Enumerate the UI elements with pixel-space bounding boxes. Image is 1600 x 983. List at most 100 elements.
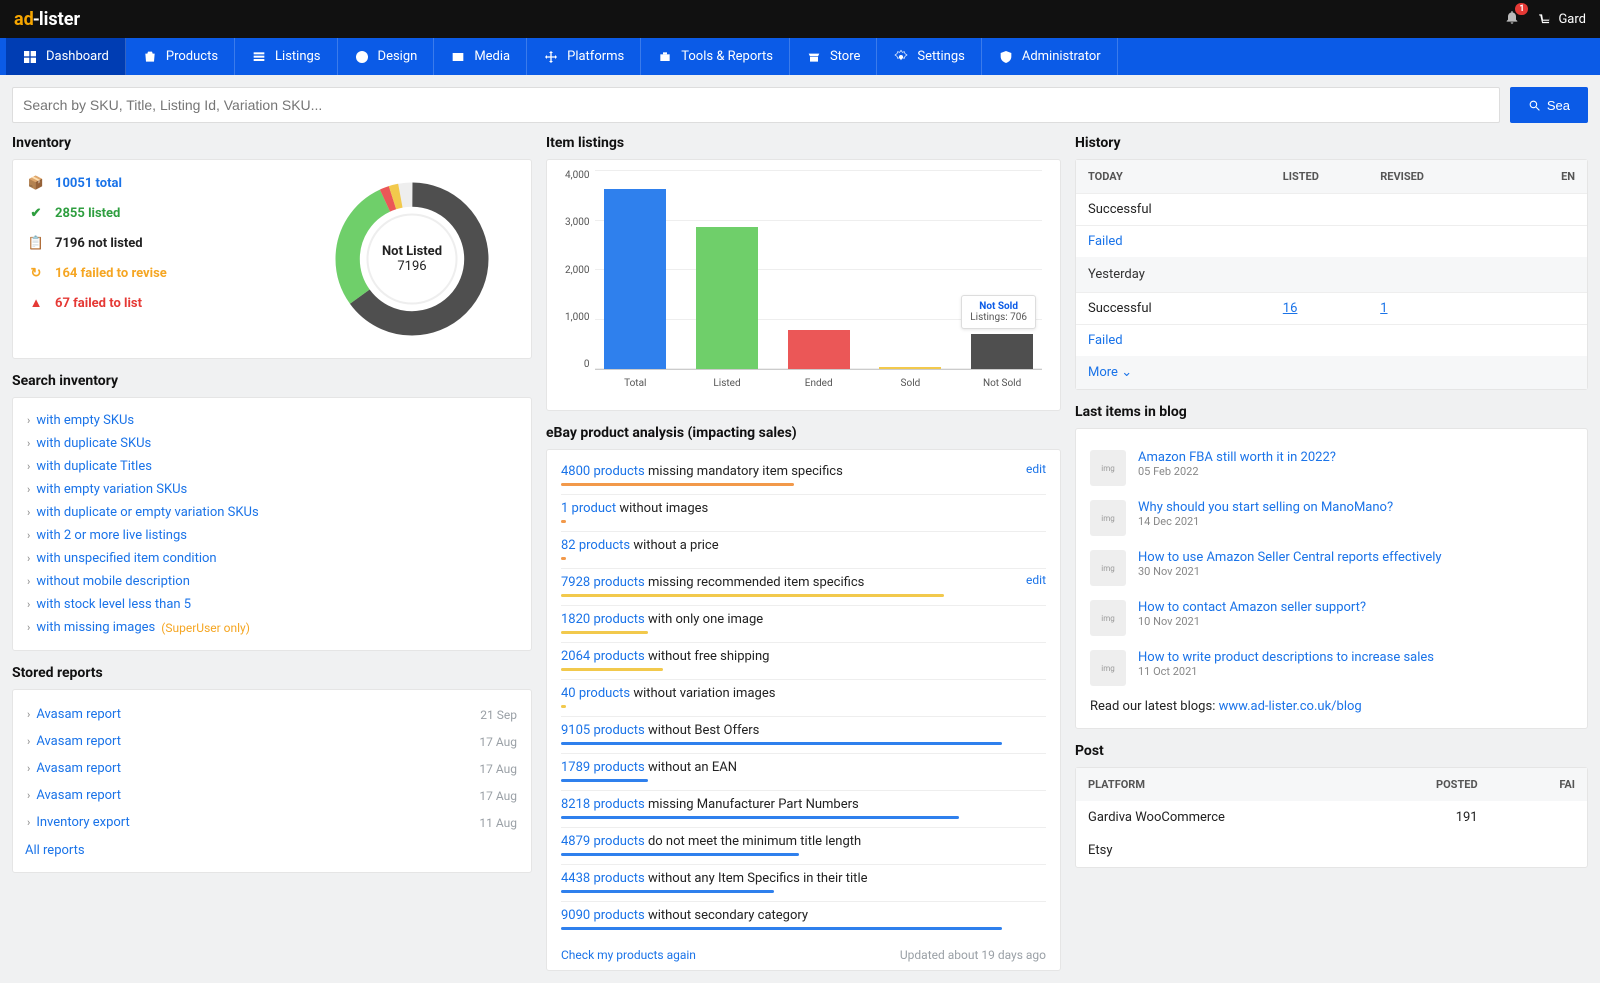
blog-link[interactable]: Amazon FBA still worth it in 2022? bbox=[1138, 450, 1336, 465]
search-inventory-link[interactable]: with empty variation SKUs bbox=[36, 482, 187, 497]
search-inventory-link[interactable]: without mobile description bbox=[36, 574, 190, 589]
report-link[interactable]: Avasam report bbox=[36, 707, 121, 722]
history-more[interactable]: More ⌄ bbox=[1076, 356, 1587, 389]
post-platform: Etsy bbox=[1088, 843, 1380, 858]
search-inventory-link[interactable]: with stock level less than 5 bbox=[36, 597, 191, 612]
blog-link[interactable]: Why should you start selling on ManoMano… bbox=[1138, 500, 1393, 515]
check-products-link[interactable]: Check my products again bbox=[561, 948, 696, 962]
logo[interactable]: ad-lister bbox=[14, 9, 80, 30]
analysis-count-link[interactable]: 1 product bbox=[561, 501, 616, 516]
report-item[interactable]: ›Avasam report17 Aug bbox=[27, 785, 517, 806]
search-inventory-item[interactable]: ›with empty SKUs bbox=[27, 412, 517, 429]
stat-not-listed[interactable]: 📋7196 not listed bbox=[27, 234, 167, 252]
search-inventory-item[interactable]: ›without mobile description bbox=[27, 573, 517, 590]
analysis-count-link[interactable]: 2064 products bbox=[561, 649, 645, 664]
nav-media[interactable]: Media bbox=[434, 38, 527, 75]
analysis-count-link[interactable]: 9090 products bbox=[561, 908, 645, 923]
search-inventory-item[interactable]: ›with unspecified item condition bbox=[27, 550, 517, 567]
search-inventory-link[interactable]: with missing images bbox=[36, 620, 155, 635]
user-menu[interactable]: Gard bbox=[1538, 12, 1586, 27]
search-inventory-link[interactable]: with duplicate Titles bbox=[36, 459, 152, 474]
report-item[interactable]: ›Avasam report17 Aug bbox=[27, 758, 517, 779]
nav-design[interactable]: Design bbox=[338, 38, 435, 75]
nav-platforms[interactable]: Platforms bbox=[527, 38, 641, 75]
nav-dashboard[interactable]: Dashboard bbox=[6, 38, 126, 75]
chart-bar[interactable]: Not Sold bbox=[971, 334, 1033, 369]
history-yesterday-listed[interactable]: 16 bbox=[1283, 301, 1298, 316]
analysis-edit-link[interactable]: edit bbox=[1026, 573, 1046, 587]
analysis-card: 4800 products missing mandatory item spe… bbox=[546, 449, 1061, 971]
chart-bar[interactable]: Sold bbox=[879, 367, 941, 369]
blog-item[interactable]: imgAmazon FBA still worth it in 2022?05 … bbox=[1090, 443, 1573, 493]
notifications-button[interactable]: 1 bbox=[1504, 9, 1520, 29]
search-inventory-link[interactable]: with duplicate or empty variation SKUs bbox=[36, 505, 258, 520]
nav-administrator[interactable]: Administrator bbox=[982, 38, 1118, 75]
stat-label: 67 failed to list bbox=[55, 296, 142, 311]
analysis-count-link[interactable]: 4879 products bbox=[561, 834, 645, 849]
blog-read-link[interactable]: www.ad-lister.co.uk/blog bbox=[1219, 699, 1362, 714]
blog-item[interactable]: img How to contact Amazon seller support?… bbox=[1090, 593, 1573, 643]
analysis-count-link[interactable]: 1820 products bbox=[561, 612, 645, 627]
report-link[interactable]: Avasam report bbox=[36, 788, 121, 803]
analysis-count-link[interactable]: 4800 products bbox=[561, 464, 645, 479]
search-inventory-link[interactable]: with 2 or more live listings bbox=[36, 528, 187, 543]
analysis-count-link[interactable]: 82 products bbox=[561, 538, 630, 553]
nav-listings[interactable]: Listings bbox=[235, 38, 337, 75]
stat-failed-revise[interactable]: ↻164 failed to revise bbox=[27, 264, 167, 282]
analysis-count-link[interactable]: 40 products bbox=[561, 686, 630, 701]
all-reports-link[interactable]: All reports bbox=[25, 843, 517, 858]
history-yesterday-revised[interactable]: 1 bbox=[1380, 301, 1387, 316]
search-inventory-item[interactable]: ›with empty variation SKUs bbox=[27, 481, 517, 498]
search-inventory-link[interactable]: with unspecified item condition bbox=[36, 551, 216, 566]
stat-listed[interactable]: ✔2855 listed bbox=[27, 204, 167, 222]
search-inventory-item[interactable]: ›with duplicate or empty variation SKUs bbox=[27, 504, 517, 521]
nav-products[interactable]: Products bbox=[126, 38, 235, 75]
search-inventory-item[interactable]: ›with 2 or more live listings bbox=[27, 527, 517, 544]
blog-link[interactable]: How to write product descriptions to inc… bbox=[1138, 650, 1434, 665]
search-inventory-item[interactable]: ›with duplicate SKUs bbox=[27, 435, 517, 452]
analysis-edit-link[interactable]: edit bbox=[1026, 462, 1046, 476]
history-row-successful: Successful bbox=[1088, 202, 1283, 217]
chart-bar[interactable]: Ended bbox=[788, 330, 850, 369]
report-item[interactable]: ›Avasam report17 Aug bbox=[27, 731, 517, 752]
report-date: 17 Aug bbox=[479, 789, 517, 803]
search-input[interactable] bbox=[12, 87, 1500, 123]
search-button[interactable]: Sea bbox=[1510, 87, 1588, 123]
analysis-count-link[interactable]: 1789 products bbox=[561, 760, 645, 775]
report-link[interactable]: Inventory export bbox=[36, 815, 129, 830]
analysis-count-link[interactable]: 4438 products bbox=[561, 871, 645, 886]
analysis-count-link[interactable]: 9105 products bbox=[561, 723, 645, 738]
chart-bar[interactable]: Listed bbox=[696, 227, 758, 370]
analysis-item: 1789 products without an EAN bbox=[561, 754, 1046, 791]
history-row-failed[interactable]: Failed bbox=[1088, 333, 1123, 348]
history-card: TODAY LISTED REVISED EN Successful Faile… bbox=[1075, 159, 1588, 390]
search-inventory-item[interactable]: ›with stock level less than 5 bbox=[27, 596, 517, 613]
analysis-count-link[interactable]: 8218 products bbox=[561, 797, 645, 812]
nav-settings[interactable]: Settings bbox=[877, 38, 981, 75]
blog-date: 30 Nov 2021 bbox=[1138, 565, 1442, 578]
blog-item[interactable]: imgHow to use Amazon Seller Central repo… bbox=[1090, 543, 1573, 593]
blog-item[interactable]: imgWhy should you start selling on ManoM… bbox=[1090, 493, 1573, 543]
analysis-text: missing Manufacturer Part Numbers bbox=[648, 797, 859, 812]
nav-store[interactable]: Store bbox=[790, 38, 877, 75]
blog-thumb: img bbox=[1090, 600, 1126, 636]
analysis-count-link[interactable]: 7928 products bbox=[561, 575, 645, 590]
search-inventory-link[interactable]: with duplicate SKUs bbox=[36, 436, 151, 451]
search-inventory-link[interactable]: with empty SKUs bbox=[36, 413, 134, 428]
search-inventory-item[interactable]: ›with duplicate Titles bbox=[27, 458, 517, 475]
search-inventory-item[interactable]: ›with missing images (SuperUser only) bbox=[27, 619, 517, 636]
report-link[interactable]: Avasam report bbox=[36, 761, 121, 776]
stat-total[interactable]: 📦10051 total bbox=[27, 174, 167, 192]
chart-bar[interactable]: Total bbox=[604, 189, 666, 369]
history-header-listed: LISTED bbox=[1283, 170, 1380, 183]
report-link[interactable]: Avasam report bbox=[36, 734, 121, 749]
report-item[interactable]: ›Inventory export11 Aug bbox=[27, 812, 517, 833]
blog-item[interactable]: imgHow to write product descriptions to … bbox=[1090, 643, 1573, 693]
nav-tools[interactable]: Tools & Reports bbox=[641, 38, 790, 75]
chart-plot: Not SoldListings: 706 TotalListedEndedSo… bbox=[595, 170, 1042, 370]
history-row-failed[interactable]: Failed bbox=[1088, 234, 1123, 249]
stat-failed-list[interactable]: ▲67 failed to list bbox=[27, 294, 167, 312]
blog-link[interactable]: How to use Amazon Seller Central reports… bbox=[1138, 550, 1442, 565]
report-item[interactable]: ›Avasam report21 Sep bbox=[27, 704, 517, 725]
blog-link[interactable]: How to contact Amazon seller support? bbox=[1138, 600, 1366, 615]
